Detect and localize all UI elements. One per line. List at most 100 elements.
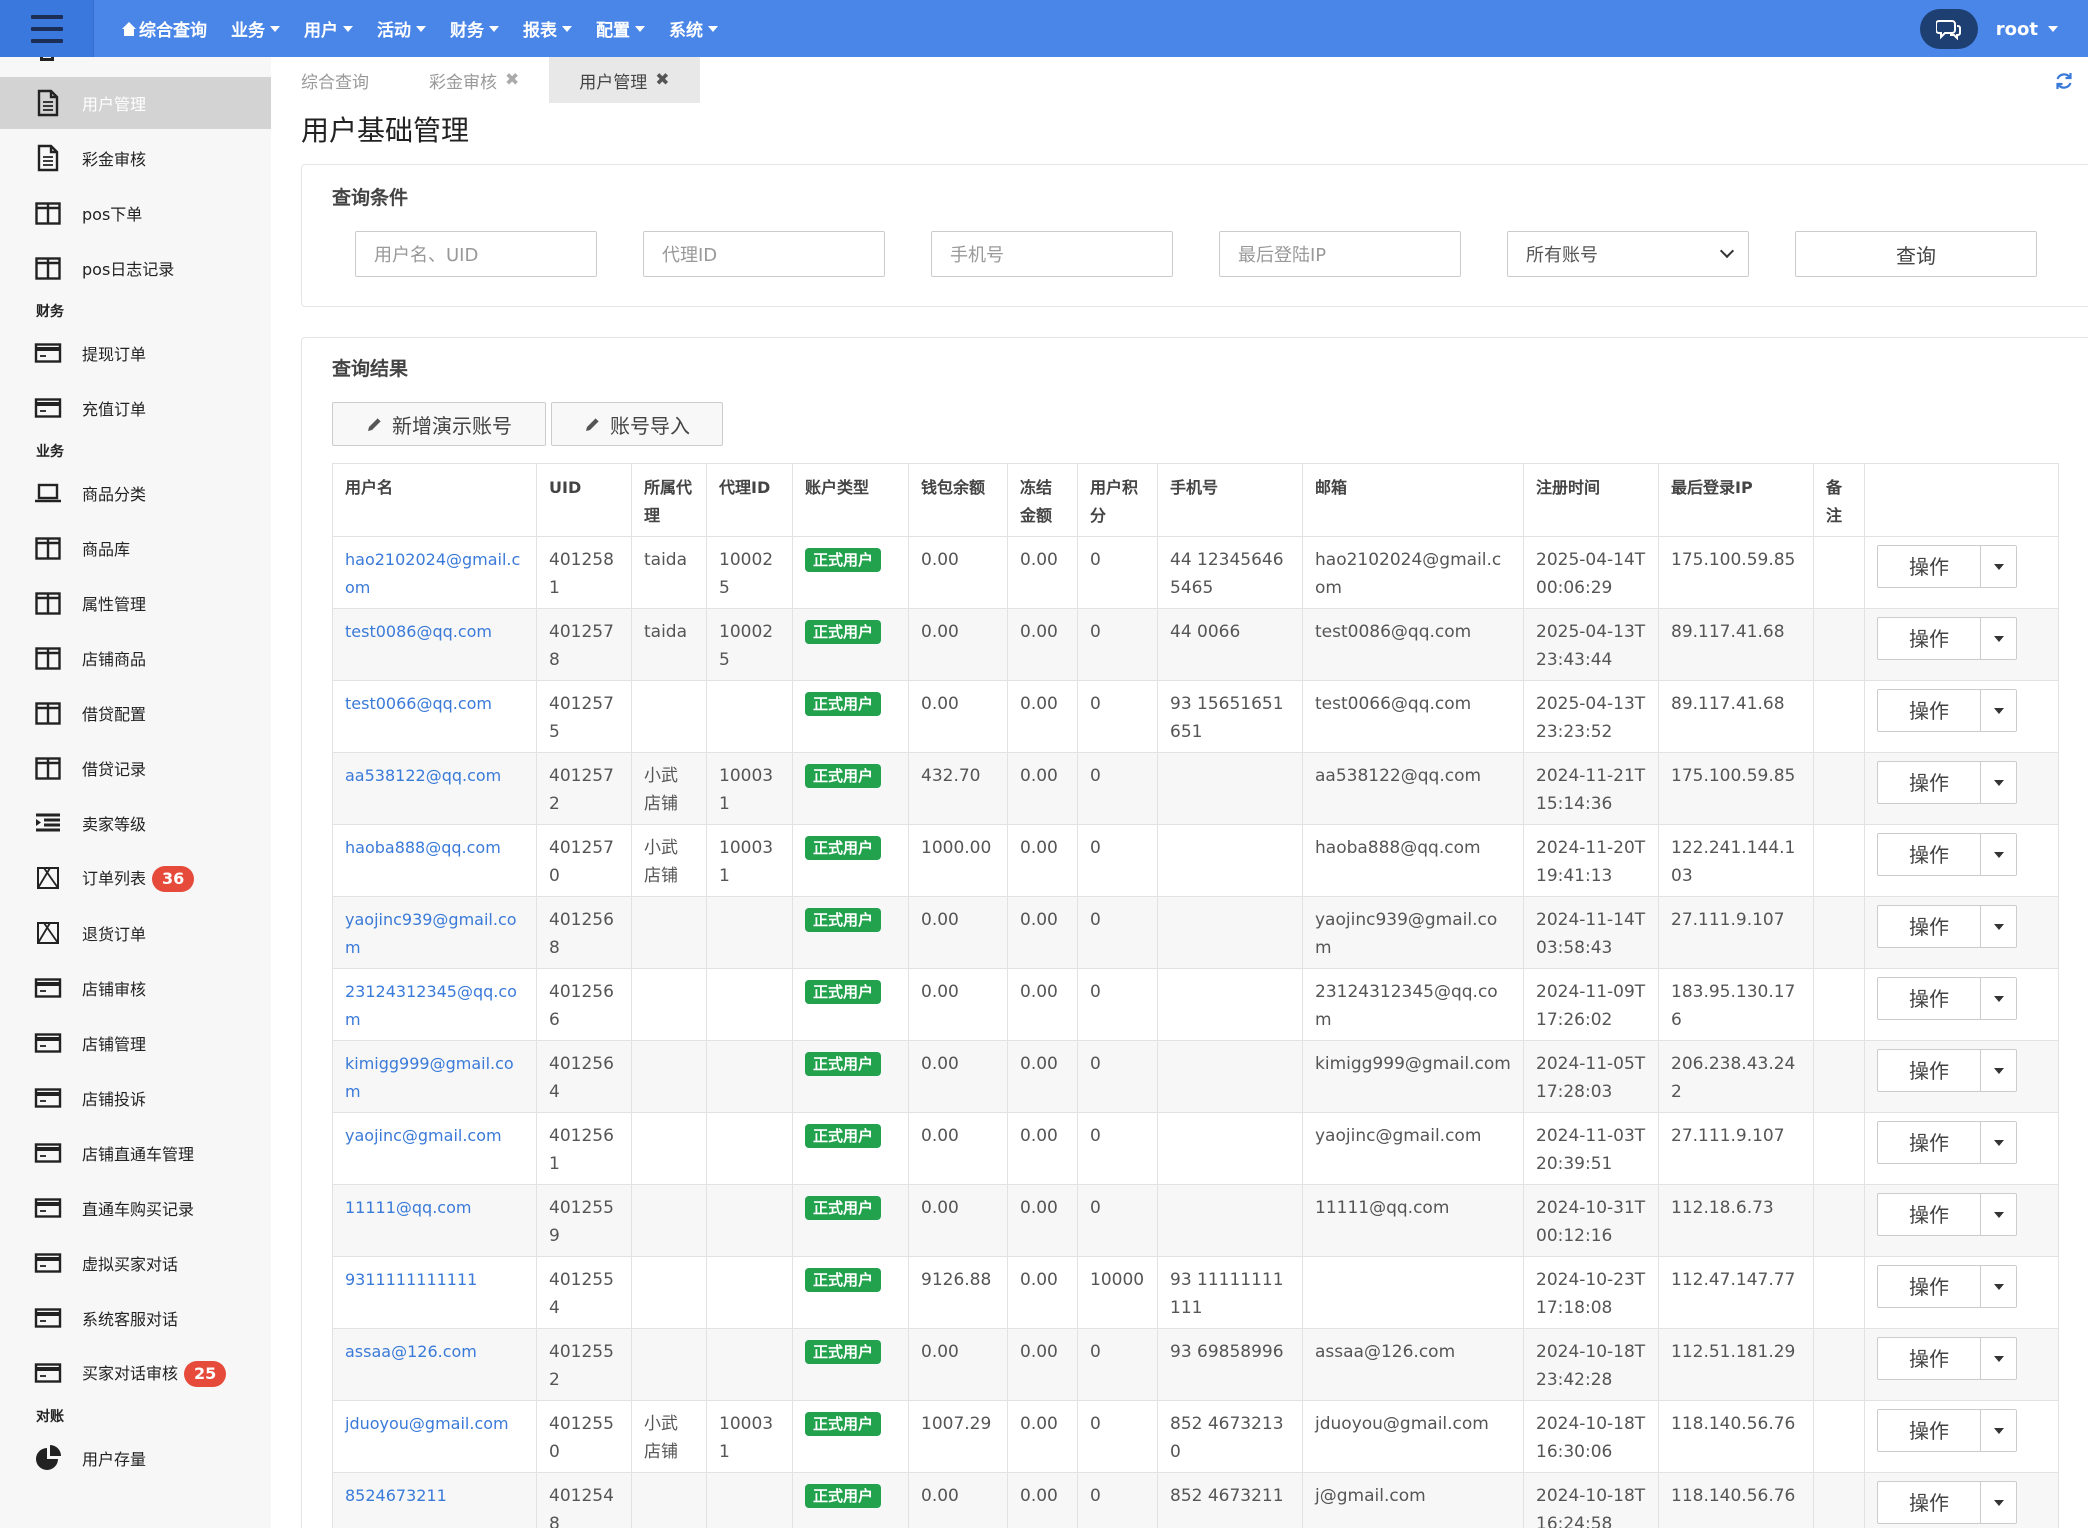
action-button[interactable]: 操作: [1877, 1193, 1981, 1236]
sidebar-item-26[interactable]: 用户存量: [0, 1432, 271, 1484]
menu-toggle-button[interactable]: [0, 0, 94, 57]
action-button[interactable]: 操作: [1877, 1265, 1981, 1308]
username-link[interactable]: jduoyou@gmail.com: [345, 1414, 509, 1433]
action-button[interactable]: 操作: [1877, 977, 1981, 1020]
topnav-item-7[interactable]: 系统: [669, 16, 718, 41]
topnav-item-5[interactable]: 报表: [523, 16, 572, 41]
columns-icon: [35, 592, 61, 615]
sidebar-item-13[interactable]: 借贷记录: [0, 742, 271, 794]
sidebar-item-15[interactable]: 订单列表 36: [0, 852, 271, 904]
action-button[interactable]: 操作: [1877, 761, 1981, 804]
action-button[interactable]: 操作: [1877, 1337, 1981, 1380]
search-button[interactable]: 查询: [1795, 231, 2037, 277]
username-link[interactable]: 8524673211: [345, 1486, 447, 1505]
refresh-icon[interactable]: [2054, 71, 2074, 91]
user-menu[interactable]: root: [1996, 19, 2058, 40]
username-link[interactable]: aa538122@qq.com: [345, 766, 501, 785]
sidebar-item-3[interactable]: pos日志记录: [0, 242, 271, 294]
username-link[interactable]: yaojinc939@gmail.com: [345, 910, 517, 957]
sidebar-item-21[interactable]: 直通车购买记录: [0, 1182, 271, 1234]
cell-reg-time: 2024-10-31T00:12:16: [1523, 1184, 1659, 1257]
topnav-item-0[interactable]: 综合查询: [122, 16, 207, 41]
sidebar-item-14[interactable]: 卖家等级: [0, 797, 271, 849]
username-link[interactable]: hao2102024@gmail.com: [345, 550, 520, 597]
sidebar-item-11[interactable]: 店铺商品: [0, 632, 271, 684]
topnav-item-3[interactable]: 活动: [377, 16, 426, 41]
action-dropdown-toggle[interactable]: [1981, 545, 2017, 588]
add-demo-account-button[interactable]: 新增演示账号: [332, 402, 546, 446]
action-dropdown-toggle[interactable]: [1981, 1337, 2017, 1380]
import-account-button[interactable]: 账号导入: [551, 402, 723, 446]
sidebar-item-17[interactable]: 店铺审核: [0, 962, 271, 1014]
phone-input[interactable]: 手机号: [931, 231, 1173, 277]
cell-type: 正式用户: [792, 896, 909, 969]
action-button[interactable]: 操作: [1877, 905, 1981, 948]
username-link[interactable]: test0086@qq.com: [345, 622, 492, 641]
sidebar-item-24[interactable]: 买家对话审核 25: [0, 1347, 271, 1399]
action-button[interactable]: 操作: [1877, 1409, 1981, 1452]
sidebar-item-10[interactable]: 属性管理: [0, 577, 271, 629]
action-dropdown-toggle[interactable]: [1981, 905, 2017, 948]
sidebar-item-22[interactable]: 虚拟买家对话: [0, 1237, 271, 1289]
username-link[interactable]: haoba888@qq.com: [345, 838, 501, 857]
sidebar-item-20[interactable]: 店铺直通车管理: [0, 1127, 271, 1179]
action-dropdown-toggle[interactable]: [1981, 1193, 2017, 1236]
action-button[interactable]: 操作: [1877, 833, 1981, 876]
tab-1[interactable]: 彩金审核 ✖: [399, 57, 549, 103]
action-dropdown-toggle[interactable]: [1981, 1409, 2017, 1452]
tab-0[interactable]: 综合查询: [271, 57, 399, 103]
username-link[interactable]: 11111@qq.com: [345, 1198, 471, 1217]
username-link[interactable]: test0066@qq.com: [345, 694, 492, 713]
action-button[interactable]: 操作: [1877, 617, 1981, 660]
sidebar-item-18[interactable]: 店铺管理: [0, 1017, 271, 1069]
sidebar-item-12[interactable]: 借贷配置: [0, 687, 271, 739]
sidebar-item-16[interactable]: 退货订单: [0, 907, 271, 959]
sidebar-item-0[interactable]: 用户管理: [0, 77, 271, 129]
cell-points: 0: [1077, 1400, 1158, 1473]
sidebar-item-9[interactable]: 商品库: [0, 522, 271, 574]
last-login-ip-input[interactable]: 最后登陆IP: [1219, 231, 1461, 277]
sidebar-item-2[interactable]: pos下单: [0, 187, 271, 239]
topnav-item-4[interactable]: 财务: [450, 16, 499, 41]
username-link[interactable]: kimigg999@gmail.com: [345, 1054, 514, 1101]
tab-2[interactable]: 用户管理 ✖: [549, 57, 700, 103]
action-dropdown-toggle[interactable]: [1981, 761, 2017, 804]
sidebar-item-8[interactable]: 商品分类: [0, 467, 271, 519]
agent-id-input[interactable]: 代理ID: [643, 231, 885, 277]
chat-button[interactable]: [1919, 9, 1978, 49]
account-type-select[interactable]: 所有账号: [1507, 231, 1749, 277]
username-link[interactable]: assaa@126.com: [345, 1342, 477, 1361]
action-button[interactable]: 操作: [1877, 689, 1981, 732]
action-dropdown-toggle[interactable]: [1981, 833, 2017, 876]
action-dropdown-toggle[interactable]: [1981, 1049, 2017, 1092]
username-link[interactable]: yaojinc@gmail.com: [345, 1126, 502, 1145]
sidebar-item-23[interactable]: 系统客服对话: [0, 1292, 271, 1344]
cell-email: aa538122@qq.com: [1302, 752, 1524, 825]
cell-ip: 27.111.9.107: [1658, 1112, 1814, 1185]
sidebar-item-6[interactable]: 充值订单: [0, 382, 271, 434]
action-dropdown-toggle[interactable]: [1981, 1121, 2017, 1164]
close-icon[interactable]: ✖: [655, 70, 669, 90]
action-dropdown-toggle[interactable]: [1981, 617, 2017, 660]
topnav-item-1[interactable]: 业务: [231, 16, 280, 41]
action-button[interactable]: 操作: [1877, 1049, 1981, 1092]
action-button[interactable]: 操作: [1877, 1481, 1981, 1524]
action-dropdown-toggle[interactable]: [1981, 1265, 2017, 1308]
action-button[interactable]: 操作: [1877, 545, 1981, 588]
topnav-item-2[interactable]: 用户: [304, 16, 353, 41]
action-button[interactable]: 操作: [1877, 1121, 1981, 1164]
sidebar-item-1[interactable]: 彩金审核: [0, 132, 271, 184]
username-link[interactable]: 9311111111111: [345, 1270, 477, 1289]
topnav-item-6[interactable]: 配置: [596, 16, 645, 41]
account-type-badge: 正式用户: [805, 1196, 882, 1220]
username-link[interactable]: 23124312345@qq.com: [345, 982, 517, 1029]
close-icon[interactable]: ✖: [505, 70, 519, 90]
action-dropdown-toggle[interactable]: [1981, 977, 2017, 1020]
chevron-down-icon: [1993, 707, 2004, 714]
action-dropdown-toggle[interactable]: [1981, 689, 2017, 732]
username-uid-input[interactable]: 用户名、UID: [355, 231, 597, 277]
sidebar-item-19[interactable]: 店铺投诉: [0, 1072, 271, 1124]
action-dropdown-toggle[interactable]: [1981, 1481, 2017, 1524]
sidebar-item-5[interactable]: 提现订单: [0, 327, 271, 379]
cell-username: 11111@qq.com: [332, 1184, 537, 1257]
